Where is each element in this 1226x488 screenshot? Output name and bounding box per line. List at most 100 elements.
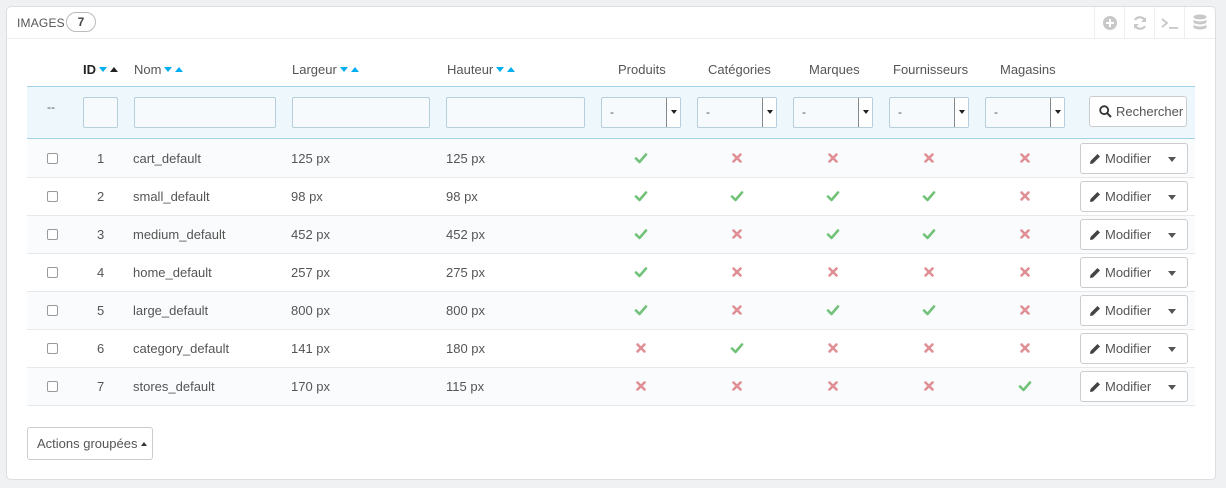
row-checkbox[interactable] bbox=[47, 153, 58, 164]
select-all-dashes: -- bbox=[47, 100, 55, 114]
bulk-actions-button[interactable]: Actions groupées bbox=[27, 427, 153, 460]
export-button[interactable] bbox=[1184, 7, 1214, 39]
filter-suppliers-select[interactable]: - bbox=[889, 97, 969, 128]
cross-icon[interactable] bbox=[1018, 303, 1032, 317]
row-checkbox[interactable] bbox=[47, 305, 58, 316]
check-icon[interactable] bbox=[634, 303, 648, 317]
column-label-height: Hauteur bbox=[447, 62, 494, 77]
cross-icon[interactable] bbox=[730, 151, 744, 165]
row-checkbox[interactable] bbox=[47, 343, 58, 354]
check-icon[interactable] bbox=[634, 189, 648, 203]
filter-stores-select[interactable]: - bbox=[985, 97, 1065, 128]
sql-query-button[interactable] bbox=[1154, 7, 1184, 39]
modify-label: Modifier bbox=[1105, 379, 1152, 394]
check-icon[interactable] bbox=[922, 303, 936, 317]
column-header-id[interactable]: ID bbox=[83, 62, 118, 77]
cross-icon[interactable] bbox=[1018, 265, 1032, 279]
cross-icon[interactable] bbox=[634, 379, 648, 393]
filter-id-input[interactable] bbox=[83, 97, 118, 128]
cross-icon[interactable] bbox=[1018, 227, 1032, 241]
sort-asc-icon[interactable] bbox=[350, 67, 359, 72]
table-row[interactable]: 1 cart_default 125 px 125 px Modifier bbox=[27, 140, 1195, 178]
cross-icon[interactable] bbox=[1018, 151, 1032, 165]
dropdown-caret-icon[interactable] bbox=[1168, 157, 1176, 162]
row-checkbox[interactable] bbox=[47, 229, 58, 240]
table-row[interactable]: 5 large_default 800 px 800 px Modifier bbox=[27, 292, 1195, 330]
cross-icon[interactable] bbox=[730, 379, 744, 393]
check-icon[interactable] bbox=[922, 189, 936, 203]
check-icon[interactable] bbox=[634, 227, 648, 241]
sort-asc-icon[interactable] bbox=[110, 67, 118, 72]
cell-height: 115 px bbox=[446, 379, 485, 394]
sort-asc-icon[interactable] bbox=[175, 67, 184, 72]
cross-icon[interactable] bbox=[826, 151, 840, 165]
check-icon[interactable] bbox=[826, 227, 840, 241]
cross-icon[interactable] bbox=[922, 265, 936, 279]
check-icon[interactable] bbox=[634, 265, 648, 279]
modify-button[interactable]: Modifier bbox=[1080, 295, 1188, 326]
table-row[interactable]: 3 medium_default 452 px 452 px Modifier bbox=[27, 216, 1195, 254]
modify-button[interactable]: Modifier bbox=[1080, 371, 1188, 402]
filter-height-input[interactable] bbox=[446, 97, 585, 128]
table-row[interactable]: 6 category_default 141 px 180 px Modifier bbox=[27, 330, 1195, 368]
cross-icon[interactable] bbox=[826, 265, 840, 279]
row-checkbox[interactable] bbox=[47, 267, 58, 278]
cross-icon[interactable] bbox=[826, 379, 840, 393]
row-checkbox[interactable] bbox=[47, 191, 58, 202]
dropdown-caret-icon[interactable] bbox=[1168, 347, 1176, 352]
check-icon[interactable] bbox=[730, 189, 744, 203]
sort-asc-icon[interactable] bbox=[507, 67, 516, 72]
dropdown-caret-icon[interactable] bbox=[1168, 271, 1176, 276]
cross-icon[interactable] bbox=[730, 303, 744, 317]
table-row[interactable]: 7 stores_default 170 px 115 px Modifier bbox=[27, 368, 1195, 406]
images-panel: IMAGES 7 ID Nom Largeur Hauteur Produits… bbox=[6, 6, 1216, 480]
check-icon[interactable] bbox=[826, 189, 840, 203]
dropdown-caret-icon[interactable] bbox=[1168, 233, 1176, 238]
column-header-width[interactable]: Largeur bbox=[292, 62, 359, 77]
dropdown-caret-icon[interactable] bbox=[1168, 309, 1176, 314]
cross-icon[interactable] bbox=[1018, 341, 1032, 355]
table-row[interactable]: 4 home_default 257 px 275 px Modifier bbox=[27, 254, 1195, 292]
modify-button[interactable]: Modifier bbox=[1080, 143, 1188, 174]
table-row[interactable]: 2 small_default 98 px 98 px Modifier bbox=[27, 178, 1195, 216]
cross-icon[interactable] bbox=[730, 227, 744, 241]
cell-width: 125 px bbox=[291, 151, 331, 166]
filter-products-value: - bbox=[610, 105, 614, 119]
row-checkbox[interactable] bbox=[47, 381, 58, 392]
sort-desc-icon[interactable] bbox=[339, 67, 348, 72]
cross-icon[interactable] bbox=[1018, 189, 1032, 203]
cross-icon[interactable] bbox=[634, 341, 648, 355]
modify-button[interactable]: Modifier bbox=[1080, 257, 1188, 288]
filter-width-input[interactable] bbox=[292, 97, 430, 128]
pencil-icon bbox=[1090, 153, 1100, 164]
filter-categories-select[interactable]: - bbox=[697, 97, 777, 128]
cross-icon[interactable] bbox=[922, 151, 936, 165]
refresh-button[interactable] bbox=[1124, 7, 1154, 39]
filter-name-input[interactable] bbox=[134, 97, 276, 128]
cross-icon[interactable] bbox=[826, 341, 840, 355]
dropdown-caret-icon[interactable] bbox=[1168, 385, 1176, 390]
search-button[interactable]: Rechercher bbox=[1089, 96, 1187, 127]
check-icon[interactable] bbox=[634, 151, 648, 165]
add-button[interactable] bbox=[1094, 7, 1124, 39]
modify-button[interactable]: Modifier bbox=[1080, 219, 1188, 250]
check-icon[interactable] bbox=[826, 303, 840, 317]
column-header-name[interactable]: Nom bbox=[134, 62, 184, 77]
cross-icon[interactable] bbox=[922, 379, 936, 393]
sort-desc-icon[interactable] bbox=[496, 67, 505, 72]
modify-button[interactable]: Modifier bbox=[1080, 333, 1188, 364]
cross-icon[interactable] bbox=[730, 265, 744, 279]
button-divider bbox=[1157, 258, 1158, 287]
sort-desc-icon[interactable] bbox=[99, 67, 107, 72]
check-icon[interactable] bbox=[922, 227, 936, 241]
column-header-height[interactable]: Hauteur bbox=[447, 62, 516, 77]
check-icon[interactable] bbox=[1018, 379, 1032, 393]
column-header-suppliers: Fournisseurs bbox=[893, 62, 969, 77]
check-icon[interactable] bbox=[730, 341, 744, 355]
sort-desc-icon[interactable] bbox=[164, 67, 173, 72]
modify-button[interactable]: Modifier bbox=[1080, 181, 1188, 212]
filter-manufacturers-select[interactable]: - bbox=[793, 97, 873, 128]
filter-products-select[interactable]: - bbox=[601, 97, 681, 128]
dropdown-caret-icon[interactable] bbox=[1168, 195, 1176, 200]
cross-icon[interactable] bbox=[922, 341, 936, 355]
